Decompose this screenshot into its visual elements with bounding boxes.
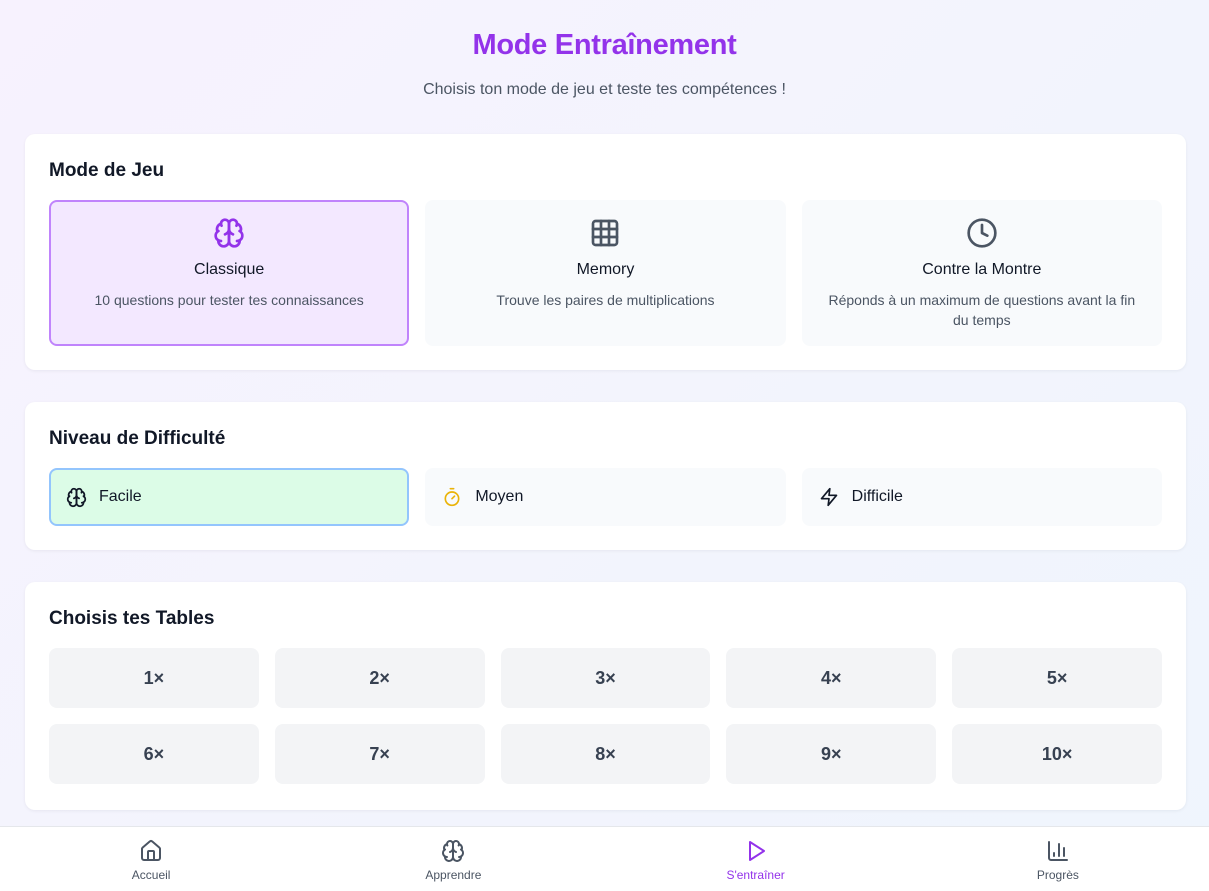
- mode-option-title: Classique: [194, 261, 265, 278]
- nav-item-apprendre[interactable]: Apprendre: [302, 827, 604, 891]
- timer-icon: [441, 486, 463, 508]
- bottom-nav: Accueil Apprendre S'entraîner Progrès: [0, 826, 1209, 891]
- table-button-1[interactable]: 1×: [49, 648, 259, 708]
- mode-option-description: Réponds à un maximum de questions avant …: [828, 292, 1136, 328]
- brain-icon: [65, 486, 87, 508]
- lightning-icon: [818, 486, 840, 508]
- table-button-6[interactable]: 6×: [49, 724, 259, 784]
- nav-label: Apprendre: [425, 868, 482, 882]
- difficulty-option-facile[interactable]: Facile: [49, 468, 410, 526]
- table-button-7[interactable]: 7×: [274, 724, 485, 784]
- mode-option-title: Memory: [576, 261, 635, 278]
- difficulty-option-difficile[interactable]: Difficile: [801, 468, 1162, 526]
- nav-label: Accueil: [131, 868, 171, 882]
- tables-grid: 1× 2× 3× 4× 5× 6× 7× 8× 9× 10×: [49, 648, 1162, 784]
- table-button-2[interactable]: 2×: [274, 648, 485, 708]
- table-button-3[interactable]: 3×: [500, 648, 711, 708]
- tables-title: Choisis tes Tables: [49, 608, 215, 629]
- difficulty-option-label: Moyen: [475, 488, 524, 505]
- game-mode-options: Classique 10 questions pour tester tes c…: [49, 200, 1162, 346]
- mode-option-description: Trouve les paires de multiplications: [496, 292, 715, 308]
- nav-item-accueil[interactable]: Accueil: [0, 827, 302, 891]
- page-subtitle: Choisis ton mode de jeu et teste tes com…: [423, 81, 786, 98]
- mode-option-contre-la-montre[interactable]: Contre la Montre Réponds à un maximum de…: [801, 200, 1162, 346]
- brain-icon: [51, 216, 407, 250]
- difficulty-option-moyen[interactable]: Moyen: [425, 468, 786, 526]
- nav-item-progres[interactable]: Progrès: [907, 827, 1209, 891]
- play-icon: [744, 838, 768, 864]
- page-title: Mode Entraînement: [472, 29, 737, 61]
- brain-icon: [441, 838, 465, 864]
- mode-option-title: Contre la Montre: [922, 261, 1042, 278]
- table-button-9[interactable]: 9×: [726, 724, 937, 784]
- clock-icon: [804, 216, 1160, 250]
- table-button-5[interactable]: 5×: [952, 648, 1162, 708]
- nav-label: Progrès: [1036, 868, 1079, 882]
- tables-card: Choisis tes Tables 1× 2× 3× 4× 5× 6× 7× …: [25, 582, 1186, 810]
- mode-option-memory[interactable]: Memory Trouve les paires de multiplicati…: [425, 200, 786, 346]
- game-mode-title: Mode de Jeu: [49, 160, 165, 181]
- table-button-8[interactable]: 8×: [500, 724, 711, 784]
- difficulty-option-label: Facile: [99, 488, 142, 505]
- mode-option-classique[interactable]: Classique 10 questions pour tester tes c…: [49, 200, 410, 346]
- table-button-10[interactable]: 10×: [952, 724, 1162, 784]
- home-icon: [139, 838, 163, 864]
- table-button-4[interactable]: 4×: [726, 648, 937, 708]
- difficulty-title: Niveau de Difficulté: [49, 428, 226, 449]
- grid-icon: [427, 216, 783, 250]
- mode-option-description: 10 questions pour tester tes connaissanc…: [94, 292, 364, 308]
- page-header: Mode Entraînement Choisis ton mode de je…: [0, 0, 1209, 100]
- difficulty-options: Facile Moyen Difficile: [49, 468, 1162, 526]
- nav-label: S'entraîner: [726, 868, 785, 882]
- bar-chart-icon: [1046, 838, 1070, 864]
- difficulty-option-label: Difficile: [851, 488, 903, 505]
- game-mode-card: Mode de Jeu Classique 10 questions pour …: [25, 134, 1186, 370]
- nav-item-sentrainer[interactable]: S'entraîner: [605, 827, 907, 891]
- difficulty-card: Niveau de Difficulté Facile Moyen Diffic…: [25, 402, 1186, 550]
